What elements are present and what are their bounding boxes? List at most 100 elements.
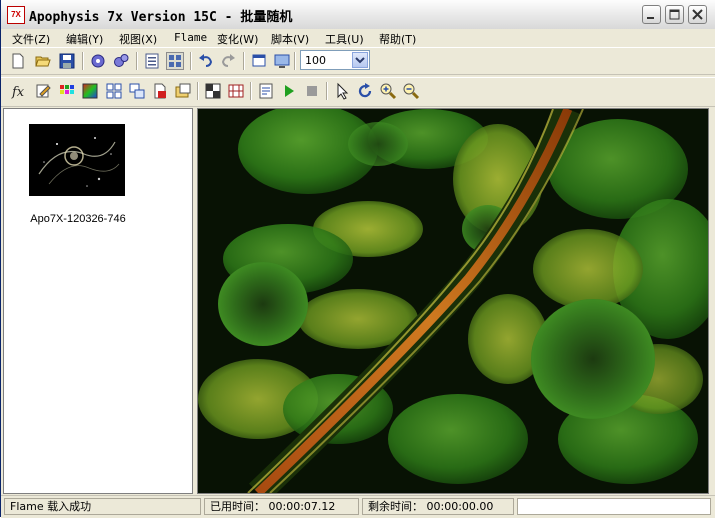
gradient-icon: [82, 83, 98, 99]
maximize-button[interactable]: [665, 5, 684, 24]
title-bar[interactable]: 7X Apophysis 7x Version 15C - 批量随机: [1, 0, 715, 30]
menu-file[interactable]: 文件(Z): [12, 31, 50, 47]
zoom-in-icon: [380, 83, 397, 100]
main-toolbar: 100: [1, 47, 715, 75]
list-view-button[interactable]: [143, 52, 161, 70]
toolbar-separator: [136, 52, 138, 70]
menu-tools[interactable]: 工具(U): [325, 31, 364, 47]
zoom-select[interactable]: 100: [300, 50, 370, 70]
editor-button[interactable]: [34, 82, 52, 100]
rotate-icon: [358, 83, 372, 98]
menu-flame[interactable]: Flame: [174, 31, 207, 44]
fx-icon: fx: [11, 85, 25, 100]
menu-bar: 文件(Z) 编辑(Y) 视图(X) Flame 变化(W) 脚本(V) 工具(U…: [1, 29, 715, 47]
new-file-icon: [12, 53, 24, 69]
secondary-toolbar: fx: [1, 77, 715, 107]
minimize-icon: [647, 17, 654, 19]
adjust-button[interactable]: [58, 82, 76, 100]
script-icon: [259, 83, 273, 99]
status-remaining-time: 剩余时间： 00:00:00.00: [362, 498, 514, 515]
transparency-button[interactable]: [204, 82, 222, 100]
flame-list-panel: Apo7X-120326-746: [3, 108, 193, 494]
mutate-icon: [106, 83, 122, 99]
toolbar-separator: [197, 82, 199, 100]
menu-help[interactable]: 帮助(T): [379, 31, 416, 47]
save-button[interactable]: [58, 52, 76, 70]
save-icon: [59, 53, 75, 69]
status-bar: Flame 载入成功 已用时间： 00:00:07.12 剩余时间： 00:00…: [1, 495, 715, 518]
status-progress: [517, 498, 711, 515]
toolbar-separator: [294, 52, 296, 70]
fullscreen-button[interactable]: [250, 52, 268, 70]
windows-stack-icon: [129, 83, 145, 99]
options-button[interactable]: [89, 52, 107, 70]
browser-button[interactable]: [128, 82, 146, 100]
maximize-icon: [669, 9, 680, 20]
monitor-icon: [274, 54, 290, 68]
undo-button[interactable]: [197, 52, 215, 70]
new-file-button[interactable]: [9, 52, 27, 70]
status-message: Flame 载入成功: [4, 498, 201, 515]
list-view-icon: [145, 53, 159, 69]
menu-edit[interactable]: 编辑(Y): [66, 31, 103, 47]
menu-script[interactable]: 脚本(V): [271, 31, 309, 47]
toolbar-separator: [326, 82, 328, 100]
stop-icon: [307, 86, 317, 96]
script-editor-button[interactable]: [257, 82, 275, 100]
color-grid-icon: [60, 85, 74, 94]
batch-icon: [175, 83, 191, 98]
fractal-render-image: [198, 109, 708, 493]
render-to-disk-button[interactable]: [151, 82, 169, 100]
select-tool-button[interactable]: [333, 82, 351, 100]
redo-button[interactable]: [219, 52, 237, 70]
batch-button[interactable]: [174, 82, 192, 100]
toolbar-separator: [243, 52, 245, 70]
redo-icon: [221, 54, 235, 67]
render-file-icon: [154, 83, 166, 99]
zoom-out-icon: [403, 83, 420, 100]
gears-icon: [114, 54, 129, 67]
folder-open-icon: [35, 56, 51, 67]
play-icon: [285, 85, 294, 97]
transparency-icon: [205, 83, 221, 99]
close-button[interactable]: [688, 5, 707, 24]
toolbar-separator: [250, 82, 252, 100]
icon-view-icon: [169, 55, 181, 67]
app-window: 7X Apophysis 7x Version 15C - 批量随机 文件(Z)…: [0, 0, 716, 518]
flame-thumbnail-image: [29, 124, 125, 196]
gear-icon: [91, 54, 105, 68]
guidelines-button[interactable]: [227, 82, 245, 100]
undo-icon: [199, 54, 213, 67]
gradient-button[interactable]: [81, 82, 99, 100]
app-icon[interactable]: 7X: [7, 6, 25, 24]
rotate-tool-button[interactable]: [356, 82, 374, 100]
run-script-button[interactable]: [280, 82, 298, 100]
svg-text:fx: fx: [11, 85, 25, 100]
toolbar-separator: [190, 52, 192, 70]
flame-thumbnail[interactable]: [29, 124, 125, 196]
render-settings-button[interactable]: [112, 52, 130, 70]
menu-view[interactable]: 视图(X): [119, 31, 157, 47]
zoom-value: 100: [305, 54, 326, 67]
zoom-in-button[interactable]: [379, 82, 397, 100]
mutate-button[interactable]: [105, 82, 123, 100]
close-icon: [692, 9, 703, 20]
stop-script-button[interactable]: [303, 82, 321, 100]
toolbar-separator: [82, 52, 84, 70]
status-elapsed-time: 已用时间： 00:00:07.12: [204, 498, 359, 515]
minimize-button[interactable]: [642, 5, 661, 24]
cursor-icon: [337, 82, 349, 100]
window-icon: [252, 54, 266, 67]
flame-preview[interactable]: [197, 108, 709, 494]
open-button[interactable]: [34, 52, 52, 70]
flame-item-label[interactable]: Apo7X-120326-746: [4, 213, 152, 225]
icon-view-button[interactable]: [166, 52, 184, 70]
formula-button[interactable]: fx: [10, 82, 28, 100]
window-title: Apophysis 7x Version 15C - 批量随机: [29, 10, 293, 25]
zoom-out-button[interactable]: [402, 82, 420, 100]
guides-icon: [228, 84, 244, 98]
show-window-button[interactable]: [273, 52, 291, 70]
edit-icon: [36, 84, 51, 98]
chevron-down-icon[interactable]: [352, 52, 368, 68]
menu-variation[interactable]: 变化(W): [217, 31, 258, 47]
